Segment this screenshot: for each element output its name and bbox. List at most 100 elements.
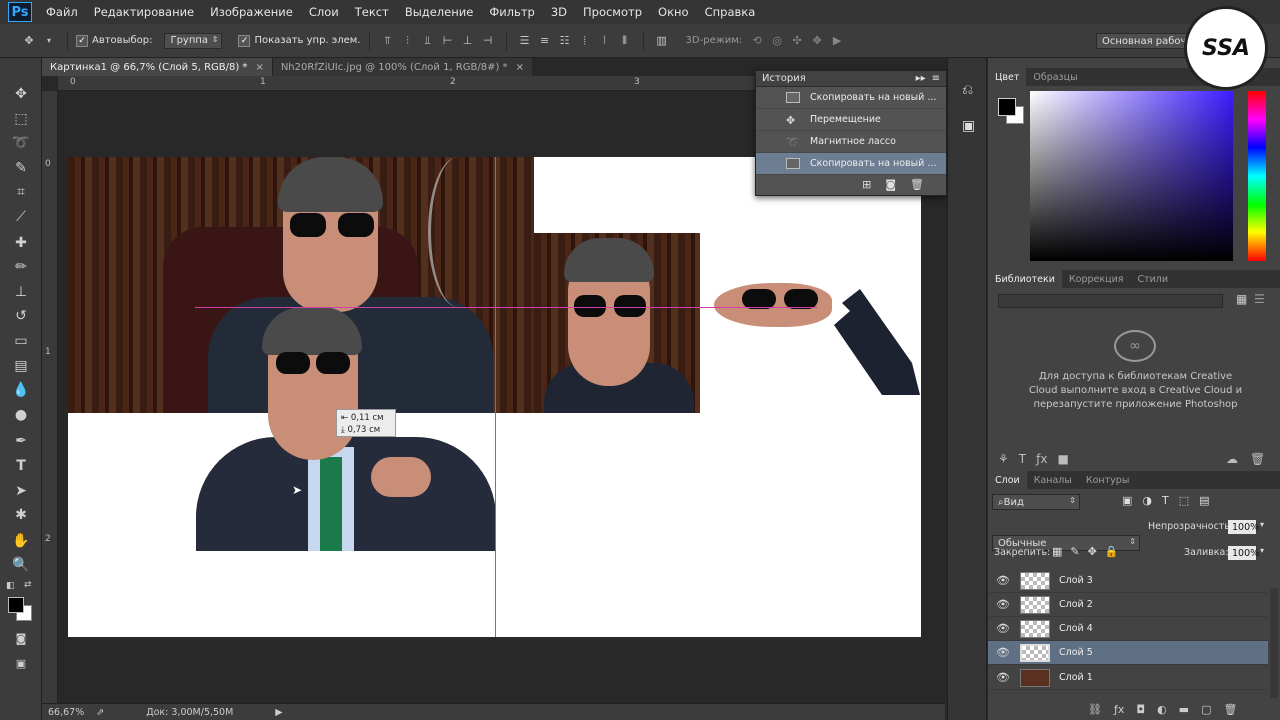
lock-pixels-icon[interactable]: ✎	[1070, 545, 1079, 558]
layer-name[interactable]: Слой 2	[1059, 599, 1093, 610]
history-item[interactable]: ✥ Перемещение	[756, 109, 946, 131]
distribute-hcenter-icon[interactable]: ⦚	[598, 34, 612, 48]
guide-horizontal[interactable]	[195, 307, 817, 308]
3d-scale-icon[interactable]: ▶	[830, 34, 844, 48]
color-spectrum[interactable]	[1030, 91, 1233, 261]
shape-tool-icon[interactable]: ✱	[10, 505, 32, 525]
menu-3d[interactable]: 3D	[543, 5, 575, 19]
layer-style-icon[interactable]: ƒx	[1114, 703, 1124, 716]
brush-tool-icon[interactable]: ✏	[10, 257, 32, 277]
auto-align-icon[interactable]: ▥	[655, 34, 669, 48]
close-icon[interactable]: ×	[255, 62, 263, 73]
align-left-icon[interactable]: ⊢	[441, 34, 455, 48]
photo-layer-medium[interactable]	[534, 233, 700, 413]
tab-document-2[interactable]: Nh20RfZiUIc.jpg @ 100% (Слой 1, RGB/8#) …	[271, 58, 532, 76]
collapse-icon[interactable]: ▸▸	[916, 73, 926, 84]
history-panel-header[interactable]: История ▸▸ ≡	[756, 71, 946, 87]
eye-icon[interactable]: 👁	[996, 574, 1010, 587]
add-color-icon[interactable]: ■	[1057, 452, 1068, 466]
type-tool-icon[interactable]: T	[10, 456, 32, 476]
hue-slider[interactable]	[1248, 91, 1266, 261]
close-icon[interactable]: ×	[516, 62, 524, 73]
filter-pixel-icon[interactable]: ▣	[1122, 494, 1132, 507]
tab-libraries[interactable]: Библиотеки	[988, 270, 1062, 288]
cutout-jacket-layer[interactable]	[832, 283, 922, 397]
history-item[interactable]: ➰ Магнитное лассо	[756, 131, 946, 153]
eye-icon[interactable]: 👁	[996, 671, 1010, 684]
layer-row[interactable]: 👁 Слой 4	[988, 617, 1268, 641]
blur-tool-icon[interactable]: 💧	[10, 380, 32, 400]
panel-menu-icon[interactable]: ≡	[932, 73, 940, 84]
library-select[interactable]	[998, 294, 1223, 308]
tab-layers[interactable]: Слои	[988, 471, 1027, 489]
tab-adjustments[interactable]: Коррекция	[1062, 270, 1131, 288]
swap-colors-icon[interactable]: ⇄	[24, 580, 32, 590]
status-menu-icon[interactable]: ▶	[275, 707, 282, 718]
align-hcenter-icon[interactable]: ⊥	[461, 34, 475, 48]
eye-icon[interactable]: 👁	[996, 622, 1010, 635]
lock-all-icon[interactable]: 🔒	[1105, 545, 1119, 558]
tab-document-1[interactable]: Картинка1 @ 66,7% (Слой 5, RGB/8) * ×	[42, 58, 272, 76]
layer-row[interactable]: 👁 Слой 3	[988, 569, 1268, 593]
eraser-tool-icon[interactable]: ▭	[10, 331, 32, 351]
filter-smart-icon[interactable]: ▤	[1199, 494, 1209, 507]
guide-vertical[interactable]	[495, 157, 496, 637]
delete-layer-icon[interactable]: 🗑	[1223, 703, 1237, 716]
sync-cloud-icon[interactable]: ☁	[1226, 452, 1238, 466]
properties-panel-icon[interactable]: ▣	[962, 118, 975, 134]
trash-icon[interactable]: 🗑	[910, 178, 924, 191]
eyedropper-tool-icon[interactable]: ⟋	[10, 207, 32, 227]
tab-color[interactable]: Цвет	[988, 68, 1027, 86]
menu-view[interactable]: Просмотр	[575, 5, 650, 19]
add-text-icon[interactable]: T	[1019, 452, 1026, 466]
filter-adjust-icon[interactable]: ◑	[1142, 494, 1152, 507]
screen-mode-icon[interactable]: ▣	[10, 653, 32, 673]
history-item[interactable]: Скопировать на новый ...	[756, 87, 946, 109]
menu-file[interactable]: Файл	[38, 5, 86, 19]
opacity-input[interactable]: 100%	[1228, 520, 1259, 534]
layer-row[interactable]: 👁 Слой 1	[988, 666, 1268, 690]
layer-name[interactable]: Слой 5	[1059, 647, 1093, 658]
trash-icon[interactable]: 🗑	[1250, 452, 1265, 466]
autoselect-dropdown[interactable]: Группа	[164, 32, 223, 49]
crop-tool-icon[interactable]: ⌗	[10, 182, 32, 202]
zoom-tool-icon[interactable]: 🔍	[10, 555, 32, 575]
menu-help[interactable]: Справка	[697, 5, 764, 19]
distribute-left-icon[interactable]: ⦙	[578, 34, 592, 48]
pen-tool-icon[interactable]: ✒	[10, 431, 32, 451]
lock-transparency-icon[interactable]: ▦	[1052, 545, 1062, 558]
layer-name[interactable]: Слой 4	[1059, 623, 1093, 634]
fg-color-swatch[interactable]	[998, 98, 1016, 116]
marquee-tool-icon[interactable]: ⬚	[10, 109, 32, 129]
align-bottom-icon[interactable]: ⫫	[421, 34, 435, 48]
lock-position-icon[interactable]: ✥	[1088, 545, 1097, 558]
menu-image[interactable]: Изображение	[202, 5, 301, 19]
list-view-icon[interactable]: ☰	[1254, 292, 1265, 306]
lasso-tool-icon[interactable]: ➰	[10, 133, 32, 153]
menu-select[interactable]: Выделение	[397, 5, 482, 19]
zoom-level[interactable]: 66,67%	[48, 707, 84, 718]
menu-filter[interactable]: Фильтр	[481, 5, 543, 19]
move-tool-icon[interactable]: ✥	[10, 84, 32, 104]
fill-input[interactable]: 100%	[1228, 546, 1259, 560]
link-layers-icon[interactable]: ⛓	[1088, 703, 1102, 716]
tab-channels[interactable]: Каналы	[1027, 471, 1079, 489]
add-mask-icon[interactable]: ◘	[1136, 703, 1145, 716]
move-tool-preset-icon[interactable]: ✥	[22, 34, 36, 48]
distribute-vcenter-icon[interactable]: ≡	[538, 34, 552, 48]
tab-styles[interactable]: Стили	[1130, 270, 1175, 288]
new-layer-icon[interactable]: ▢	[1201, 703, 1211, 716]
distribute-right-icon[interactable]: ⫴	[618, 34, 632, 48]
chevron-down-icon[interactable]: ▾	[1260, 546, 1264, 555]
filter-shape-icon[interactable]: ⬚	[1179, 494, 1189, 507]
stamp-tool-icon[interactable]: ⊥	[10, 282, 32, 302]
layer-name[interactable]: Слой 3	[1059, 575, 1093, 586]
eye-icon[interactable]: 👁	[996, 598, 1010, 611]
align-vcenter-icon[interactable]: ⫶	[401, 34, 415, 48]
add-graphic-icon[interactable]: ⚘	[998, 452, 1009, 466]
menu-type[interactable]: Текст	[347, 5, 397, 19]
layers-scrollbar[interactable]	[1270, 588, 1278, 698]
3d-slide-icon[interactable]: ✥	[810, 34, 824, 48]
new-document-icon[interactable]: ⊞	[862, 178, 871, 191]
history-item-selected[interactable]: Скопировать на новый ...	[756, 153, 946, 175]
